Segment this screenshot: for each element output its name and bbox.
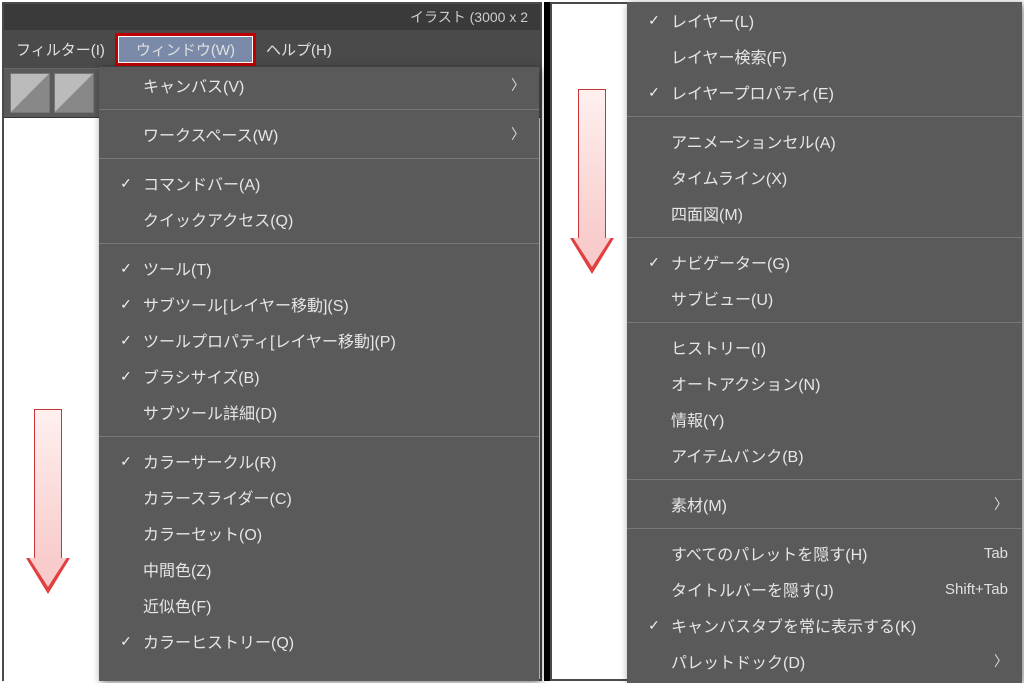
check-icon: ✓: [637, 617, 671, 634]
menu-item-quickaccess[interactable]: クイックアクセス(Q): [99, 201, 539, 237]
menu-item-info[interactable]: 情報(Y): [627, 401, 1022, 437]
check-icon: ✓: [637, 254, 671, 271]
menu-item-material[interactable]: 素材(M) 〉: [627, 486, 1022, 522]
menu-item-autoaction[interactable]: オートアクション(N): [627, 365, 1022, 401]
menu-item-layerproperty[interactable]: ✓ レイヤープロパティ(E): [627, 74, 1022, 110]
menu-item-approxcolor[interactable]: 近似色(F): [99, 587, 539, 623]
menu-item-midcolor[interactable]: 中間色(Z): [99, 551, 539, 587]
menu-item-colorcircle[interactable]: ✓ カラーサークル(R): [99, 443, 539, 479]
separator: [627, 116, 1022, 117]
separator: [627, 322, 1022, 323]
menu-item-hidepalettes[interactable]: すべてのパレットを隠す(H) Tab: [627, 535, 1022, 571]
menu-item-navigator[interactable]: ✓ ナビゲーター(G): [627, 244, 1022, 280]
scroll-down-arrow-icon: [570, 89, 614, 289]
separator: [627, 479, 1022, 480]
check-icon: ✓: [109, 453, 143, 470]
menu-item-subtooldetail[interactable]: サブツール詳細(D): [99, 394, 539, 430]
left-screenshot: イラスト (3000 x 2 フィルター(I) ウィンドウ(W) ヘルプ(H) …: [2, 2, 542, 681]
chevron-right-icon: 〉: [988, 651, 1008, 671]
separator: [99, 158, 539, 159]
menubar: フィルター(I) ウィンドウ(W) ヘルプ(H): [4, 30, 540, 68]
menu-item-quadview[interactable]: 四面図(M): [627, 195, 1022, 231]
check-icon: ✓: [109, 332, 143, 349]
separator: [99, 436, 539, 437]
menu-item-workspace[interactable]: ワークスペース(W) 〉: [99, 116, 539, 152]
separator: [99, 109, 539, 110]
check-icon: ✓: [637, 84, 671, 101]
menu-filter[interactable]: フィルター(I): [6, 33, 115, 66]
menu-item-tool[interactable]: ✓ ツール(T): [99, 250, 539, 286]
menu-item-hidetitlebar[interactable]: タイトルバーを隠す(J) Shift+Tab: [627, 571, 1022, 607]
separator: [627, 237, 1022, 238]
separator: [99, 243, 539, 244]
menu-item-colorhistory[interactable]: ✓ カラーヒストリー(Q): [99, 623, 539, 659]
chevron-right-icon: 〉: [505, 124, 525, 144]
menu-item-layersearch[interactable]: レイヤー検索(F): [627, 38, 1022, 74]
menu-window[interactable]: ウィンドウ(W): [115, 33, 256, 66]
menu-item-itembank[interactable]: アイテムバンク(B): [627, 437, 1022, 473]
shortcut-text: Tab: [984, 545, 1008, 562]
check-icon: ✓: [109, 260, 143, 277]
menu-item-canvas[interactable]: キャンバス(V) 〉: [99, 67, 539, 103]
check-icon: ✓: [109, 175, 143, 192]
window-menu-dropdown-continued: ✓ レイヤー(L) レイヤー検索(F) ✓ レイヤープロパティ(E) アニメーシ…: [627, 2, 1022, 683]
menu-item-colorset[interactable]: カラーセット(O): [99, 515, 539, 551]
check-icon: ✓: [637, 12, 671, 29]
menu-item-subtool[interactable]: ✓ サブツール[レイヤー移動](S): [99, 286, 539, 322]
check-icon: ✓: [109, 368, 143, 385]
title-text: イラスト (3000 x 2: [410, 9, 528, 25]
menu-item-layer[interactable]: ✓ レイヤー(L): [627, 2, 1022, 38]
menu-item-timeline[interactable]: タイムライン(X): [627, 159, 1022, 195]
window-titlebar: イラスト (3000 x 2: [4, 4, 540, 30]
menu-item-history[interactable]: ヒストリー(I): [627, 329, 1022, 365]
gradient-swatch-icon[interactable]: [54, 73, 94, 113]
check-icon: ✓: [109, 296, 143, 313]
menu-item-palettedock[interactable]: パレットドック(D) 〉: [627, 643, 1022, 679]
window-menu-dropdown: キャンバス(V) 〉 ワークスペース(W) 〉 ✓ コマンドバー(A) クイック…: [99, 67, 539, 681]
menu-item-animationcel[interactable]: アニメーションセル(A): [627, 123, 1022, 159]
scroll-down-arrow-icon: [26, 409, 70, 609]
menu-help[interactable]: ヘルプ(H): [256, 33, 342, 66]
menu-item-toolproperty[interactable]: ✓ ツールプロパティ[レイヤー移動](P): [99, 322, 539, 358]
menu-item-commandbar[interactable]: ✓ コマンドバー(A): [99, 165, 539, 201]
check-icon: ✓: [109, 633, 143, 650]
chevron-right-icon: 〉: [505, 75, 525, 95]
chevron-right-icon: 〉: [988, 494, 1008, 514]
menu-item-showcanvastab[interactable]: ✓ キャンバスタブを常に表示する(K): [627, 607, 1022, 643]
menu-item-colorslider[interactable]: カラースライダー(C): [99, 479, 539, 515]
separator: [627, 528, 1022, 529]
shortcut-text: Shift+Tab: [945, 581, 1008, 598]
color-swatch-icon[interactable]: [10, 73, 50, 113]
menu-item-brushsize[interactable]: ✓ ブラシサイズ(B): [99, 358, 539, 394]
menu-item-subview[interactable]: サブビュー(U): [627, 280, 1022, 316]
right-screenshot: ✓ レイヤー(L) レイヤー検索(F) ✓ レイヤープロパティ(E) アニメーシ…: [550, 2, 1022, 681]
